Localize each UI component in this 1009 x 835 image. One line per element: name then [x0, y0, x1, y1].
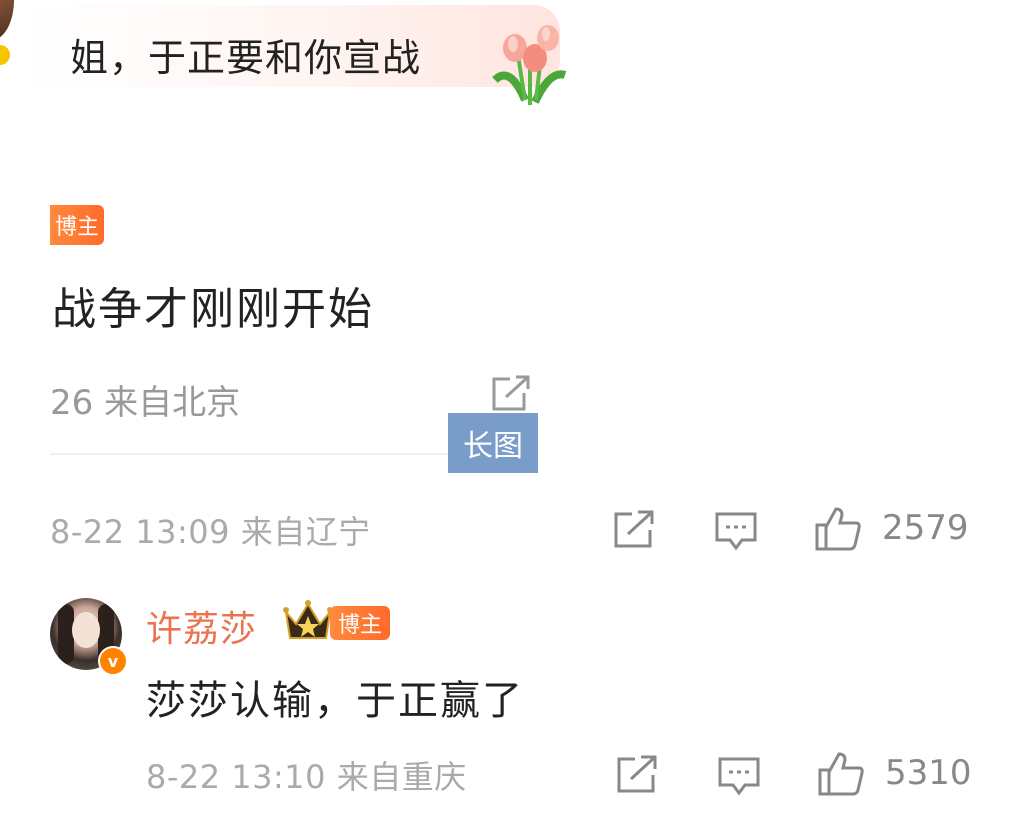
reply-meta: 8-22 13:10 来自重庆	[146, 750, 467, 800]
comment-time-location: 8-22 13:09 来自辽宁	[50, 513, 371, 551]
share-icon	[617, 755, 657, 793]
reply-author-name[interactable]: 许荔莎	[146, 600, 257, 652]
comment-icon	[715, 512, 757, 551]
share-icon	[614, 510, 654, 548]
reply-like-button[interactable]: 5310	[817, 750, 972, 796]
blogger-badge: 博主	[50, 205, 104, 245]
crown-icon	[283, 600, 333, 639]
reply-like-count: 5310	[885, 753, 972, 793]
comment-button[interactable]	[714, 510, 758, 552]
comment-meta: 8-22 13:09 来自辽宁	[50, 505, 371, 555]
tulip-sticker	[492, 25, 567, 105]
comment-icon	[718, 757, 760, 796]
embedded-comment-meta: 26 来自北京	[50, 383, 241, 423]
long-image-tag: 长图	[448, 413, 538, 473]
share-icon	[492, 375, 530, 411]
embedded-comment-text: 战争才刚刚开始	[52, 284, 374, 335]
like-button[interactable]: 2579	[814, 505, 969, 551]
top-comment-text: 姐，于正要和你宣战	[70, 36, 422, 80]
divider	[50, 453, 450, 455]
share-button[interactable]	[612, 510, 656, 550]
blogger-badge: 博主	[330, 606, 390, 640]
top-commenter-avatar[interactable]	[0, 0, 14, 40]
verified-badge: v	[98, 646, 128, 676]
comment-bubble: 姐，于正要和你宣战	[20, 5, 560, 87]
reply-time-location: 8-22 13:10 来自重庆	[146, 758, 467, 796]
reply-comment-button[interactable]	[717, 755, 761, 797]
thumbs-up-icon	[815, 507, 861, 551]
thumbs-up-icon	[818, 752, 864, 796]
reply-text: 莎莎认输，于正赢了	[146, 678, 524, 724]
weibo-comment-thread: 姐，于正要和你宣战 博主 战争才刚刚开始 26 来自北京 长图 8-22 13:…	[0, 0, 1009, 835]
like-count: 2579	[882, 508, 969, 548]
top-commenter-badge	[0, 45, 10, 65]
reply-share-button[interactable]	[615, 755, 659, 795]
